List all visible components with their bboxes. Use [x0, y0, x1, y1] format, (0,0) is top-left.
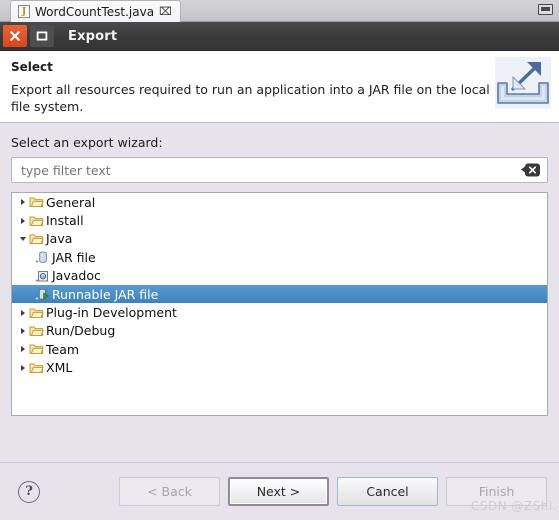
folder-icon-wrap [28, 214, 45, 228]
folder-icon [29, 326, 44, 336]
javadoc-icon: @ [35, 270, 48, 282]
finish-button[interactable]: Finish [446, 477, 547, 506]
folder-icon [29, 234, 44, 244]
runnable-jar-icon [35, 288, 50, 300]
help-button[interactable]: ? [18, 480, 40, 503]
tree-item-javadoc[interactable]: @ Javadoc [12, 267, 547, 285]
tree-item-label: Plug-in Development [46, 305, 177, 321]
editor-tab-label: WordCountTest.java [35, 4, 155, 19]
folder-icon [29, 344, 44, 355]
tree-item-label: Team [46, 341, 80, 357]
clear-filter-icon[interactable] [521, 163, 540, 177]
javadoc-icon-wrap: @ [34, 269, 51, 283]
export-dialog: Export Select Export all resources requi… [0, 22, 559, 520]
tree-item-label: JAR file [52, 249, 96, 265]
tree-item-team[interactable]: Team [12, 340, 547, 358]
jar-file-icon-wrap [34, 250, 51, 264]
folder-icon-wrap [28, 232, 45, 246]
folder-icon-wrap [28, 306, 45, 320]
maximize-icon [36, 31, 48, 41]
maximize-window-button[interactable] [30, 25, 54, 47]
tree-item-run-debug[interactable]: Run/Debug [12, 322, 547, 340]
next-button[interactable]: Next > [228, 477, 329, 506]
tree-item-label: Install [46, 213, 84, 229]
close-icon [10, 31, 20, 41]
dialog-header: Select Export all resources required to … [0, 51, 559, 123]
dialog-titlebar: Export [0, 22, 559, 51]
tree-item-runnable-jar-file[interactable]: Runnable JAR file [12, 284, 547, 304]
tree-item-jar-file[interactable]: JAR file [12, 248, 547, 266]
chevron-right-icon[interactable] [17, 199, 28, 206]
runnable-jar-icon-wrap [34, 287, 51, 301]
tree-item-label: Run/Debug [46, 323, 116, 339]
export-wizard-tree[interactable]: General Install Java JAR file @ Javadoc Runnab… [11, 192, 548, 416]
dialog-body: Select an export wizard: General Install J… [0, 123, 559, 462]
cancel-button[interactable]: Cancel [337, 477, 438, 506]
editor-tab-wordcounttest[interactable]: WordCountTest.java ⌧ [10, 0, 181, 22]
folder-icon [29, 197, 44, 208]
tree-item-general[interactable]: General [12, 193, 547, 211]
editor-minimize-icon[interactable] [538, 4, 553, 15]
tree-item-label: General [46, 194, 96, 210]
folder-icon [29, 216, 44, 226]
folder-icon-wrap [28, 361, 45, 375]
chevron-right-icon[interactable] [17, 309, 28, 316]
tree-item-label: XML [46, 360, 73, 376]
java-file-icon [18, 5, 30, 18]
chevron-right-icon[interactable] [17, 217, 28, 224]
dialog-footer: ? < Back Next > Cancel Finish CSDN @ZShi… [0, 462, 559, 520]
page-description: Export all resources required to run an … [11, 82, 490, 114]
tree-item-label: Javadoc [52, 268, 101, 284]
folder-icon-wrap [28, 342, 45, 356]
editor-tab-strip: WordCountTest.java ⌧ [0, 0, 559, 22]
dialog-title: Export [68, 28, 118, 44]
jar-file-icon [35, 252, 47, 264]
tree-item-plug-in-development[interactable]: Plug-in Development [12, 303, 547, 321]
tree-item-label: Java [46, 231, 73, 247]
tree-item-java[interactable]: Java [12, 230, 547, 248]
export-arrow-icon [495, 57, 551, 109]
tree-item-label: Runnable JAR file [52, 286, 159, 302]
tree-item-install[interactable]: Install [12, 211, 547, 229]
close-icon [528, 166, 537, 174]
chevron-right-icon[interactable] [17, 364, 28, 371]
folder-icon-wrap [28, 195, 45, 209]
filter-field-wrapper[interactable] [11, 157, 548, 183]
tree-item-xml[interactable]: XML [12, 359, 547, 377]
search-input[interactable] [12, 158, 547, 182]
folder-icon [29, 363, 44, 373]
chevron-right-icon[interactable] [17, 327, 28, 334]
close-window-button[interactable] [3, 25, 27, 47]
page-title: Select [11, 60, 53, 74]
chevron-right-icon[interactable] [17, 346, 28, 353]
close-icon[interactable]: ⌧ [159, 6, 172, 17]
folder-icon [29, 308, 44, 318]
folder-icon-wrap [28, 324, 45, 338]
chevron-down-icon[interactable] [17, 236, 28, 241]
back-button[interactable]: < Back [119, 477, 220, 506]
svg-text:@: @ [41, 274, 46, 280]
dialog-button-group: < Back Next > Cancel Finish [119, 477, 547, 506]
wizard-select-label: Select an export wizard: [11, 135, 163, 150]
